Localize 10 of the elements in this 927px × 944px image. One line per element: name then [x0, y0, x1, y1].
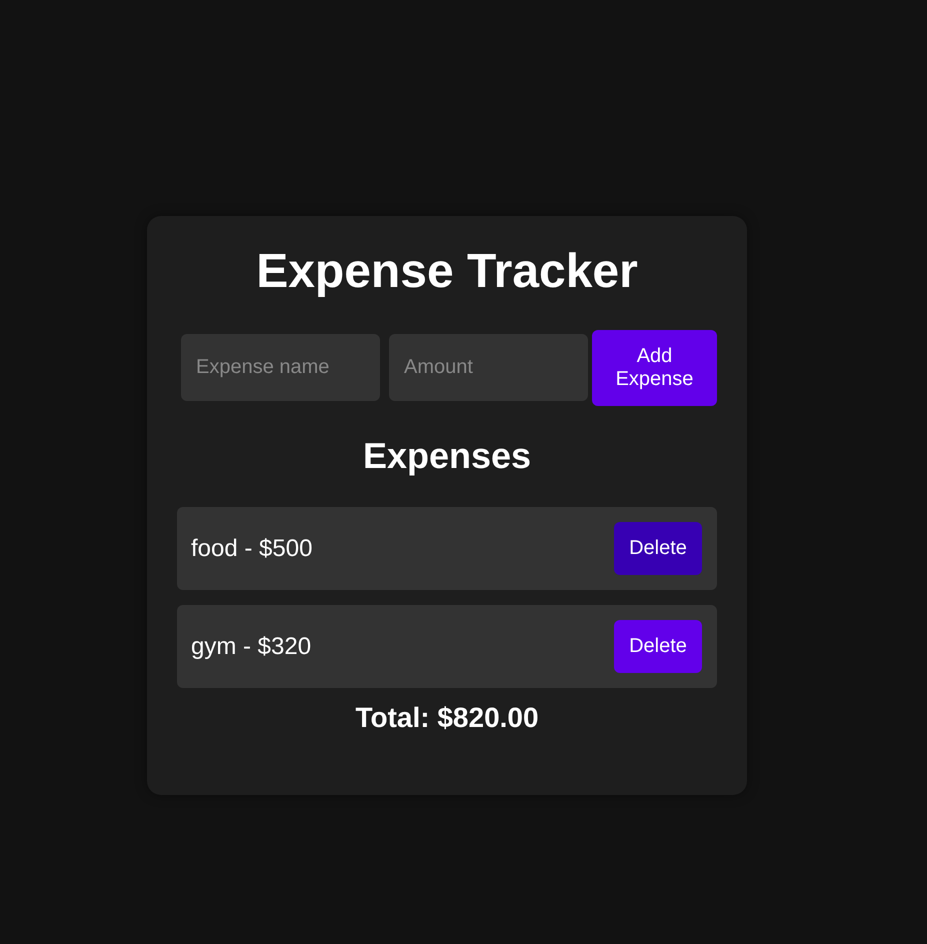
expenses-heading: Expenses	[362, 434, 532, 476]
app-title: Expense Tracker	[255, 246, 639, 299]
add-expense-button[interactable]: Add Expense	[592, 330, 717, 406]
expense-text: food - $500	[191, 534, 312, 562]
delete-button[interactable]: Delete	[614, 620, 702, 674]
total-text: Total: $820.00	[354, 701, 540, 735]
amount-field[interactable]: Amount	[389, 334, 588, 402]
delete-button[interactable]: Delete	[614, 522, 702, 576]
expense-text: gym - $320	[191, 632, 312, 660]
expense-name-field[interactable]: Expense name	[181, 334, 380, 402]
